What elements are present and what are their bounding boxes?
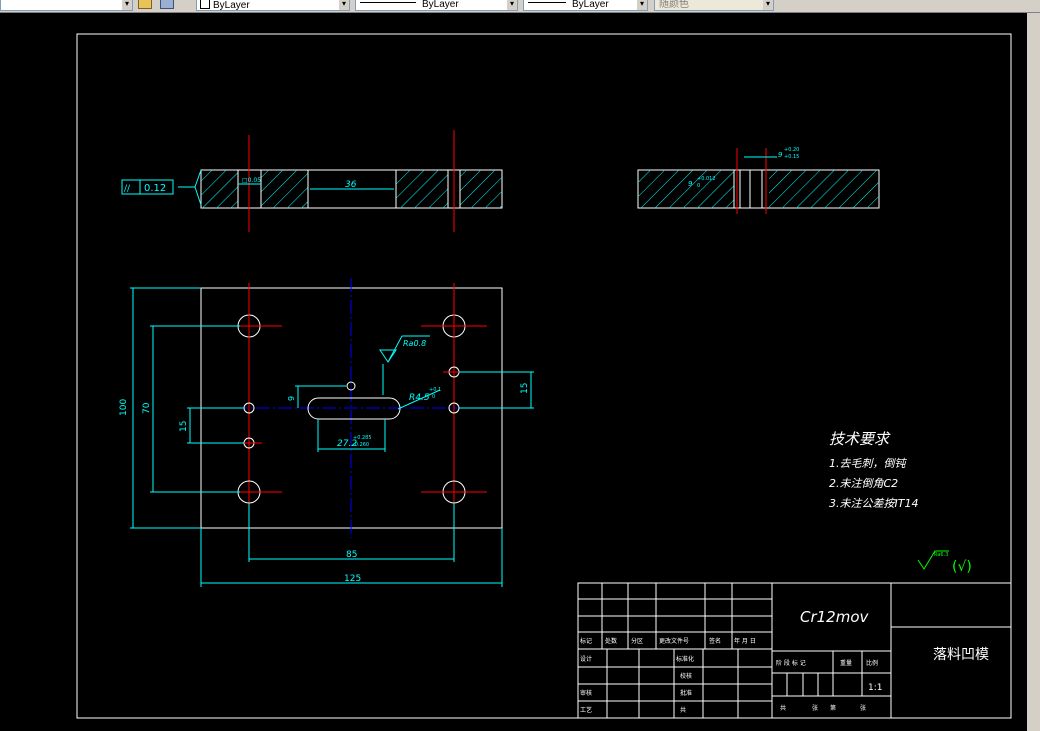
row-approve: 批准 <box>680 689 692 697</box>
color-combo[interactable]: ByLayer ▾ <box>196 0 350 11</box>
linetype-combo[interactable]: ByLayer ▾ <box>355 0 518 11</box>
radius-tol-upper: +0.1 <box>429 387 441 393</box>
plan-view: 100 70 15 9 15 27.2 +0.285 -0.260 85 125 <box>119 278 534 587</box>
flatness-value: 0.12 <box>144 183 166 194</box>
sheet-total: 共 <box>780 704 786 712</box>
dim-side-tol-upper: +0.20 <box>784 147 799 153</box>
material-value: Cr12mov <box>800 608 870 626</box>
drawing-canvas[interactable]: 36 □0.05 // 0.12 9 +0.20 +0.15 9 +0.012 … <box>0 13 1027 731</box>
col-mark: 标记 <box>580 637 592 645</box>
dim-side-prefix: 9 <box>778 151 783 159</box>
chevron-down-icon[interactable]: ▾ <box>122 0 132 10</box>
front-section-view: 36 □0.05 // 0.12 <box>121 130 503 232</box>
dim-27-tol-lower: -0.260 <box>353 442 369 448</box>
row-reviewer: 审核 <box>580 689 592 697</box>
dim-85: 85 <box>346 550 357 560</box>
tech-item-2: 2.未注倒角C2 <box>829 477 898 490</box>
color-combo-value: ByLayer <box>213 0 250 11</box>
row-sheet-tag: 共 <box>680 706 686 714</box>
dim-right-hole: 9 <box>688 180 693 188</box>
dim-right-hole-tol-lower: 0 <box>697 183 700 189</box>
part-name: 落料凹模 <box>933 647 989 663</box>
chevron-down-icon[interactable]: ▾ <box>763 0 773 10</box>
chevron-down-icon[interactable]: ▾ <box>507 0 517 10</box>
linetype-combo-value: ByLayer <box>422 0 459 10</box>
plotstyle-combo[interactable]: 随颜色 ▾ <box>654 0 774 11</box>
layer-states-icon[interactable] <box>138 0 152 9</box>
col-zone: 分区 <box>631 637 643 645</box>
rough-symbol-value: Ra6.3 <box>934 552 948 558</box>
sheet-label-2: 张 <box>860 704 866 712</box>
tech-item-1: 1.去毛刺，倒钝 <box>829 457 907 470</box>
sheet-border <box>76 33 1012 719</box>
lineweight-combo[interactable]: ByLayer ▾ <box>523 0 648 11</box>
plotstyle-combo-value: 随颜色 <box>659 0 689 10</box>
dim-hole-top: □0.05 <box>242 177 261 184</box>
vertical-scrollbar[interactable] <box>1027 13 1040 731</box>
properties-toolbar: ▾ ByLayer ▾ ByLayer ▾ ByLayer ▾ 随颜色 ▾ <box>0 0 1040 13</box>
side-section-view: 9 +0.20 +0.15 9 +0.012 0 <box>637 147 880 214</box>
layer-combo[interactable]: ▾ <box>0 0 133 11</box>
dim-27-tol-upper: +0.285 <box>353 435 372 441</box>
chevron-down-icon[interactable]: ▾ <box>637 0 647 10</box>
chevron-down-icon[interactable]: ▾ <box>339 0 349 10</box>
col-doc: 更改文件号 <box>659 637 689 645</box>
title-block-text: 标记 处数 分区 更改文件号 签名 年 月 日 设计 标准化 校核 审核 批准 … <box>580 608 989 714</box>
flatness-symbol: // <box>124 184 131 194</box>
ratio-label: 比例 <box>866 659 878 667</box>
roughness-label: Ra0.8 <box>403 339 426 348</box>
radius-label: R4.5 <box>409 393 430 403</box>
tech-title: 技术要求 <box>829 430 891 448</box>
dim-slot-length: 36 <box>345 180 357 190</box>
sheet-label: 张 <box>812 704 818 712</box>
dim-9: 9 <box>287 396 296 401</box>
row-designer: 设计 <box>580 655 592 663</box>
dim-15: 15 <box>179 421 189 432</box>
dim-100: 100 <box>119 399 129 416</box>
technical-requirements: 技术要求 1.去毛刺，倒钝 2.未注倒角C2 3.未注公差按IT14 <box>829 430 918 510</box>
layer-previous-icon[interactable] <box>160 0 174 9</box>
roughness-other-symbol: Ra6.3 (√) <box>917 550 972 575</box>
lineweight-combo-value: ByLayer <box>572 0 609 10</box>
row-standardization: 标准化 <box>676 655 694 663</box>
stage-label: 阶 段 标 记 <box>776 659 806 667</box>
dim-70: 70 <box>142 402 152 414</box>
scale-value: 1:1 <box>868 683 882 693</box>
sheet-no: 第 <box>830 704 836 712</box>
radius-tol-lower: 0 <box>432 394 435 400</box>
color-swatch-icon <box>200 0 210 9</box>
col-count: 处数 <box>605 637 617 645</box>
rough-other: (√) <box>952 559 972 575</box>
dim-right-hole-tol-upper: +0.012 <box>697 176 716 182</box>
row-process: 工艺 <box>580 706 592 714</box>
linetype-preview-icon <box>360 2 416 4</box>
col-sign: 签名 <box>709 637 721 645</box>
lineweight-preview-icon <box>528 2 566 4</box>
tech-item-3: 3.未注公差按IT14 <box>829 497 918 510</box>
dim-125: 125 <box>344 574 361 584</box>
col-date: 年 月 日 <box>734 637 756 645</box>
dim-15b: 15 <box>520 383 530 394</box>
cad-drawing: 36 □0.05 // 0.12 9 +0.20 +0.15 9 +0.012 … <box>76 33 1012 719</box>
dim-side-tol-lower: +0.15 <box>784 154 799 160</box>
row-checker: 校核 <box>680 672 692 680</box>
weight-label: 重量 <box>840 659 852 667</box>
